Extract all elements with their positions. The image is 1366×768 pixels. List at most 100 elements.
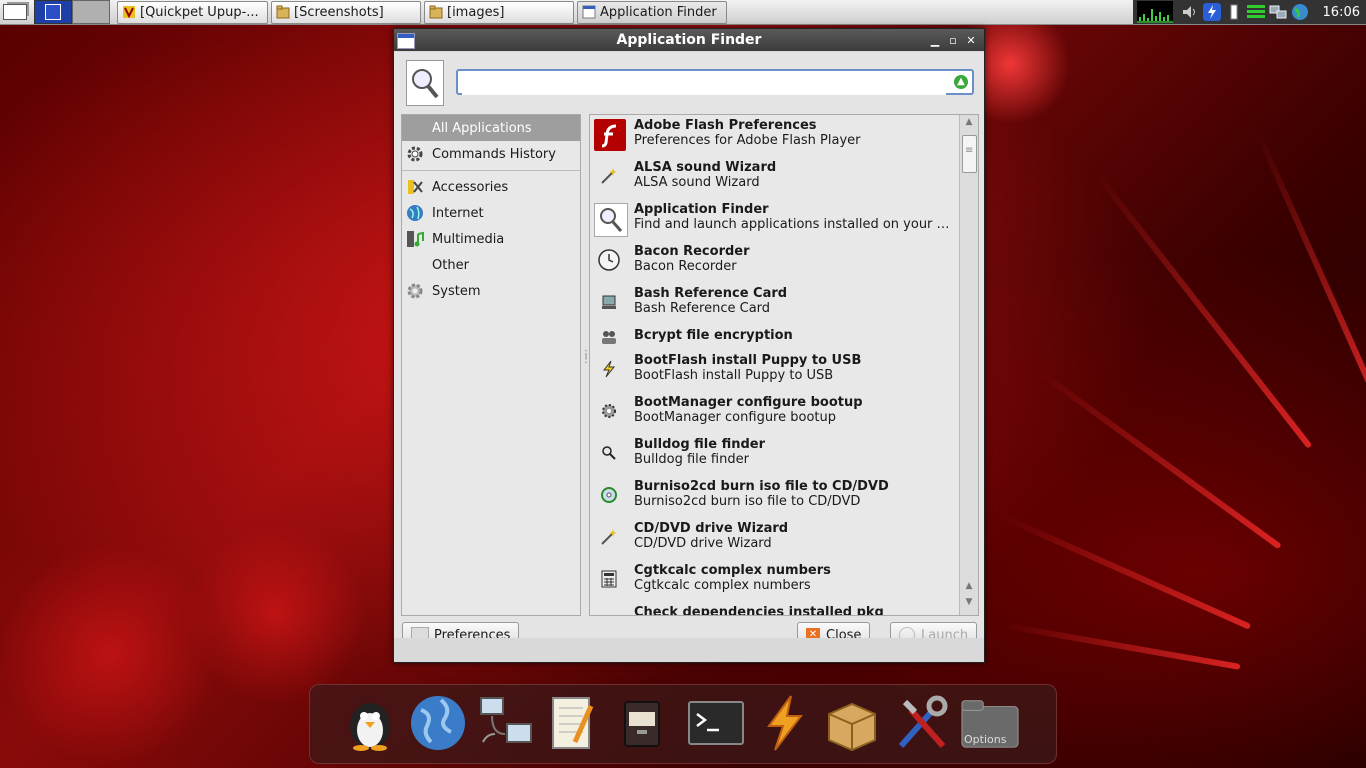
window-menu-icon[interactable] bbox=[397, 33, 415, 49]
scrollbar-thumb[interactable] bbox=[962, 135, 977, 173]
dock-item-package-manager[interactable] bbox=[822, 693, 882, 753]
list-item[interactable]: BootManager configure bootup BootManager… bbox=[590, 392, 958, 434]
app-name: Cgtkcalc complex numbers bbox=[634, 563, 831, 578]
dock-options-label: Options bbox=[964, 733, 1007, 746]
cpu-graph[interactable] bbox=[1136, 1, 1173, 23]
application-list: Adobe Flash Preferences Preferences for … bbox=[589, 114, 979, 616]
notepad-icon bbox=[552, 697, 594, 749]
list-item[interactable]: Bulldog file finder Bulldog file finder bbox=[590, 434, 958, 476]
category-label: Commands History bbox=[432, 146, 556, 162]
dock-item-browser[interactable] bbox=[408, 693, 468, 753]
category-system[interactable]: System bbox=[402, 278, 580, 304]
preferences-icon bbox=[411, 627, 429, 638]
quickpet-icon bbox=[123, 6, 135, 19]
list-item[interactable]: Burniso2cd burn iso file to CD/DVD Burni… bbox=[590, 476, 958, 518]
dock-item-network[interactable] bbox=[476, 693, 536, 753]
list-item[interactable]: Adobe Flash Preferences Preferences for … bbox=[590, 115, 958, 157]
list-item[interactable]: Check dependencies installed pkg bbox=[590, 602, 958, 615]
app-description: Bash Reference Card bbox=[634, 301, 771, 316]
category-list: All Applications Commands History Access… bbox=[401, 114, 581, 616]
dock-item-options[interactable]: Options bbox=[960, 693, 1020, 753]
lightning-icon bbox=[598, 358, 620, 380]
category-internet[interactable]: Internet bbox=[402, 200, 580, 226]
taskbar-item-application-finder[interactable]: Application Finder bbox=[577, 0, 727, 24]
top-panel: [Quickpet Upup-... [Screenshots] [images… bbox=[0, 0, 1366, 25]
list-item[interactable]: CD/DVD drive Wizard CD/DVD drive Wizard bbox=[590, 518, 958, 560]
category-accessories[interactable]: Accessories bbox=[402, 174, 580, 200]
close-icon: ✕ bbox=[806, 628, 820, 638]
calculator-icon bbox=[598, 568, 620, 590]
workspace-pager[interactable] bbox=[72, 0, 110, 24]
list-item[interactable]: BootFlash install Puppy to USB BootFlash… bbox=[590, 350, 958, 392]
people-icon bbox=[598, 327, 620, 349]
list-item[interactable]: Bacon Recorder Bacon Recorder bbox=[590, 241, 958, 283]
taskbar-item-screenshots[interactable]: [Screenshots] bbox=[271, 0, 421, 24]
list-item[interactable]: Cgtkcalc complex numbers Cgtkcalc comple… bbox=[590, 560, 958, 602]
globe-icon[interactable] bbox=[1291, 3, 1309, 21]
clock[interactable]: 16:06 bbox=[1323, 5, 1360, 20]
clear-search-icon[interactable]: ▲ bbox=[954, 75, 968, 89]
computer-icon bbox=[598, 291, 620, 313]
maximize-button[interactable]: ▫ bbox=[944, 32, 962, 48]
close-window-button[interactable]: ✕ bbox=[962, 32, 980, 48]
gear-icon bbox=[407, 146, 423, 162]
app-description: CD/DVD drive Wizard bbox=[634, 536, 772, 551]
memory-icon[interactable] bbox=[1246, 3, 1265, 21]
magnifier-small-icon bbox=[598, 442, 620, 464]
scroll-up-arrow-icon[interactable]: ▲ bbox=[963, 581, 975, 593]
list-item[interactable]: Bcrypt file encryption bbox=[590, 325, 958, 350]
pane-splitter[interactable]: ⋮ ⋮ bbox=[581, 350, 591, 368]
app-list-scrollbar[interactable]: ▲ ▲ ▼ bbox=[959, 115, 978, 615]
window-titlebar[interactable]: Application Finder ▁ ▫ ✕ bbox=[394, 29, 984, 51]
launch-label: Launch bbox=[921, 627, 969, 639]
network-icon[interactable] bbox=[1269, 3, 1287, 21]
dock-item-lightning[interactable] bbox=[754, 693, 814, 753]
category-all-applications[interactable]: All Applications bbox=[402, 115, 580, 141]
network-icon bbox=[480, 697, 532, 743]
dock-item-tools[interactable] bbox=[892, 693, 952, 753]
show-desktop-button[interactable] bbox=[0, 1, 30, 23]
close-label: Close bbox=[826, 627, 862, 639]
category-label: All Applications bbox=[432, 120, 532, 136]
app-description: Cgtkcalc complex numbers bbox=[634, 578, 811, 593]
app-name: Bulldog file finder bbox=[634, 437, 766, 452]
taskbar-item-images[interactable]: [images] bbox=[424, 0, 574, 24]
category-commands-history[interactable]: Commands History bbox=[402, 141, 580, 167]
app-name: BootFlash install Puppy to USB bbox=[634, 353, 862, 368]
volume-icon[interactable] bbox=[1181, 3, 1199, 21]
category-label: Multimedia bbox=[432, 231, 505, 247]
minimize-button[interactable]: ▁ bbox=[926, 32, 944, 48]
list-item[interactable]: ALSA sound Wizard ALSA sound Wizard bbox=[590, 157, 958, 199]
app-description: Bacon Recorder bbox=[634, 259, 737, 274]
scroll-down-arrow-icon[interactable]: ▼ bbox=[963, 597, 975, 609]
window-title: Application Finder bbox=[616, 32, 762, 48]
search-input[interactable] bbox=[462, 71, 946, 95]
close-button[interactable]: ✕ Close bbox=[797, 622, 871, 639]
folder-icon bbox=[429, 5, 443, 19]
globe-icon bbox=[407, 205, 423, 221]
scroll-up-arrow-icon[interactable]: ▲ bbox=[963, 117, 975, 129]
dock-item-puppy[interactable] bbox=[340, 693, 400, 753]
dock-item-file-cabinet[interactable] bbox=[612, 693, 672, 753]
workspace-pager-active[interactable] bbox=[34, 0, 72, 24]
taskbar-item-label: [images] bbox=[447, 4, 505, 20]
launch-button[interactable]: Launch bbox=[890, 622, 978, 639]
list-item[interactable]: Application Finder Find and launch appli… bbox=[590, 199, 958, 241]
app-name: Application Finder bbox=[634, 202, 769, 217]
decor-ray bbox=[1002, 514, 1252, 630]
dock-item-notepad[interactable] bbox=[544, 693, 604, 753]
puppy-penguin-icon bbox=[350, 703, 390, 751]
taskbar-item-quickpet[interactable]: [Quickpet Upup-... bbox=[117, 0, 268, 24]
category-other[interactable]: Other bbox=[402, 252, 580, 278]
list-item[interactable]: Bash Reference Card Bash Reference Card bbox=[590, 283, 958, 325]
power-lightning-icon[interactable] bbox=[1202, 3, 1221, 21]
category-multimedia[interactable]: Multimedia bbox=[402, 226, 580, 252]
battery-icon[interactable] bbox=[1225, 3, 1243, 21]
launch-icon bbox=[899, 627, 915, 638]
folder-icon bbox=[276, 5, 290, 19]
app-name: Bash Reference Card bbox=[634, 286, 788, 301]
workspace-icon bbox=[45, 4, 61, 20]
dock-item-terminal[interactable] bbox=[686, 693, 746, 753]
preferences-button[interactable]: Preferences bbox=[402, 622, 520, 638]
search-field[interactable]: ▲ bbox=[456, 69, 974, 95]
